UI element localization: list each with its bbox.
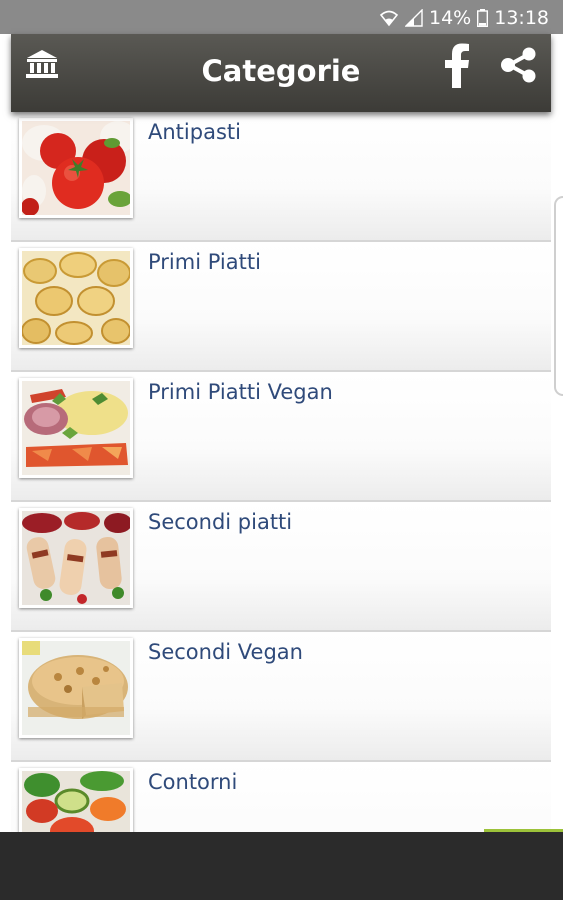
category-label: Primi Piatti Vegan (148, 380, 333, 404)
battery-icon (477, 9, 489, 27)
category-label: Antipasti (148, 120, 241, 144)
category-item-primi-piatti-vegan[interactable]: Primi Piatti Vegan (11, 372, 551, 502)
status-indicators: 14% 13:18 (379, 6, 549, 30)
signal-icon (405, 9, 423, 27)
category-label: Secondi piatti (148, 510, 293, 534)
facebook-icon[interactable] (442, 42, 472, 93)
share-icon[interactable] (500, 47, 538, 88)
app-bar: Categorie (11, 34, 551, 112)
category-label: Secondi Vegan (148, 640, 303, 664)
rolled-meat-image (19, 508, 133, 608)
battery-percentage: 14% (429, 7, 472, 29)
category-list: Antipasti Primi Piatti Primi Piatti Vega… (11, 112, 551, 832)
navigation-bar (0, 832, 563, 900)
wifi-icon (379, 9, 399, 27)
category-item-primi-piatti[interactable]: Primi Piatti (11, 242, 551, 372)
tomato-mozzarella-image (19, 118, 133, 218)
category-item-contorni[interactable]: Contorni (11, 762, 551, 832)
clock: 13:18 (494, 7, 549, 29)
category-label: Primi Piatti (148, 250, 261, 274)
edge-panel-handle[interactable] (554, 196, 563, 396)
left-border (0, 34, 11, 834)
tortellini-image (19, 248, 133, 348)
status-bar: 14% 13:18 (0, 0, 563, 34)
category-label: Contorni (148, 770, 238, 794)
category-item-antipasti[interactable]: Antipasti (11, 112, 551, 242)
vegan-first-course-image (19, 378, 133, 478)
grilled-vegetables-image (19, 768, 133, 832)
screen: 14% 13:18 Categorie Antipasti Primi Piat… (0, 0, 563, 900)
category-item-secondi-vegan[interactable]: Secondi Vegan (11, 632, 551, 762)
category-item-secondi-piatti[interactable]: Secondi piatti (11, 502, 551, 632)
savory-pie-image (19, 638, 133, 738)
